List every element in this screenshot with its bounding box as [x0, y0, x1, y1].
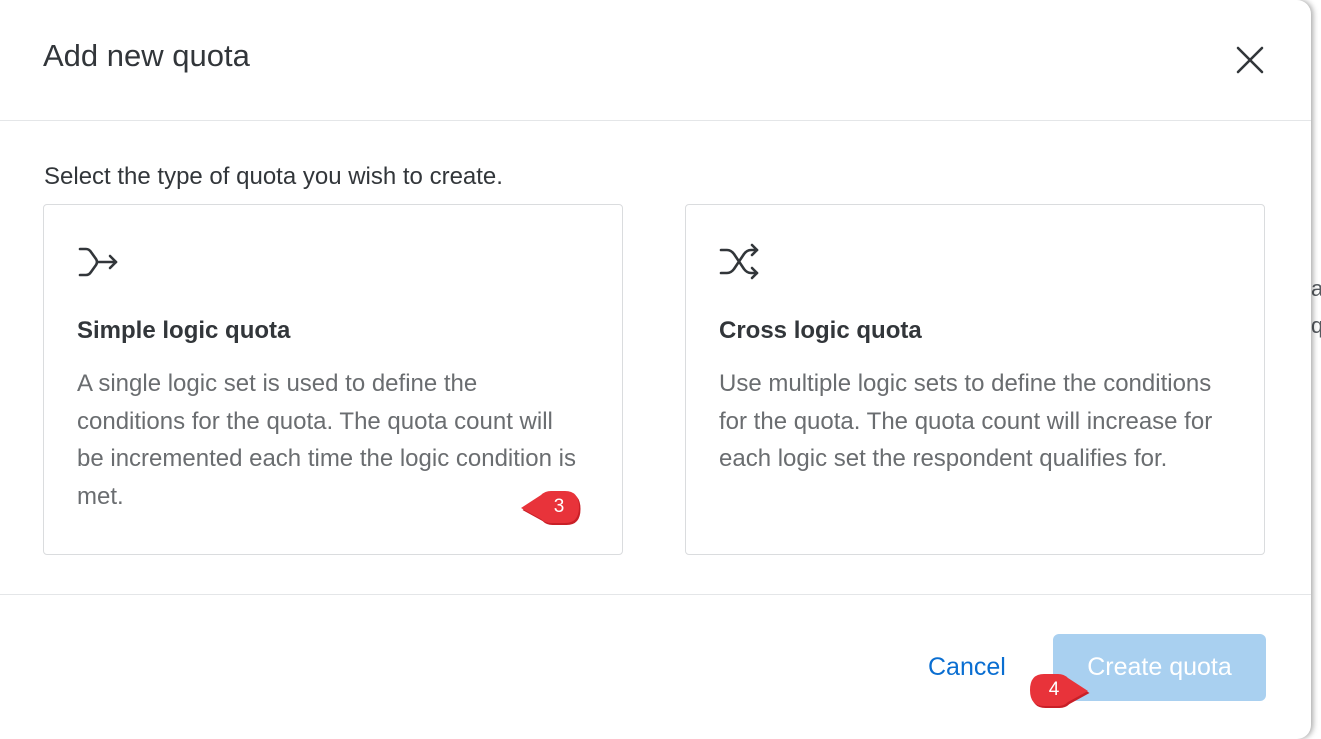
cross-logic-quota-option[interactable]: Cross logic quota Use multiple logic set…	[685, 204, 1265, 555]
step-callout-badge: 3	[519, 487, 583, 527]
option-title: Cross logic quota	[719, 317, 922, 344]
dialog-title: Add new quota	[43, 38, 250, 73]
background-page: a q	[1311, 0, 1321, 739]
step-number: 4	[1048, 679, 1060, 700]
step-number: 3	[553, 496, 565, 517]
dialog-footer: Cancel Create quota	[0, 594, 1311, 739]
dialog-instruction: Select the type of quota you wish to cre…	[44, 163, 503, 190]
close-button[interactable]	[1232, 42, 1268, 78]
background-text-fragment: a	[1311, 276, 1321, 301]
shuffle-icon	[719, 242, 763, 280]
close-icon	[1236, 46, 1264, 74]
dialog-header: Add new quota	[0, 0, 1311, 121]
step-callout-badge: 4	[1026, 670, 1090, 710]
add-quota-dialog: Add new quota Select the type of quota y…	[0, 0, 1311, 739]
merge-arrow-icon	[77, 242, 121, 280]
option-description: A single logic set is used to define the…	[77, 370, 576, 510]
background-text-fragment: q	[1311, 313, 1321, 338]
cancel-button[interactable]: Cancel	[916, 645, 1018, 689]
option-title: Simple logic quota	[77, 317, 291, 344]
option-description: Use multiple logic sets to define the co…	[719, 370, 1213, 472]
